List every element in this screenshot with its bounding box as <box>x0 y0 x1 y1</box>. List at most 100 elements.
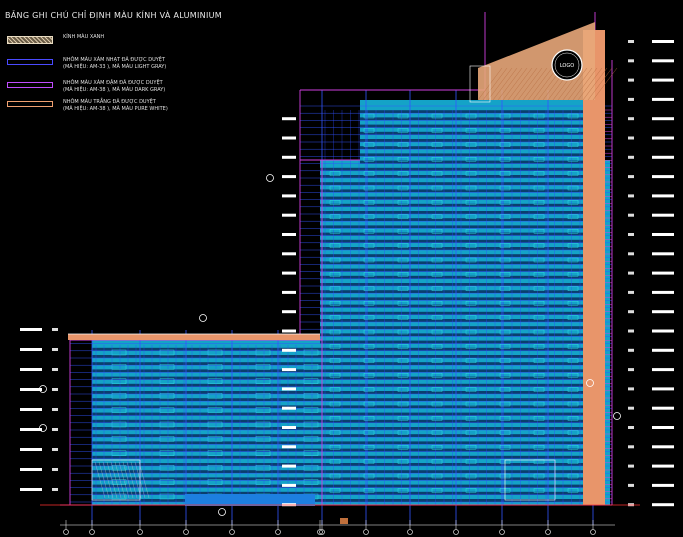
floor-band <box>320 304 605 308</box>
floor-band <box>320 283 605 286</box>
level-tick <box>20 368 42 371</box>
level-tick <box>652 483 674 487</box>
level-tick <box>20 488 42 491</box>
floor-band <box>92 398 605 402</box>
section-callout <box>266 174 274 182</box>
level-tick <box>652 78 674 82</box>
level-tick <box>52 488 58 491</box>
level-tick <box>282 175 296 179</box>
floor-band <box>92 434 605 438</box>
level-tick <box>52 428 58 431</box>
floor-band <box>360 110 605 114</box>
level-tick <box>282 117 296 121</box>
logo-label: LOGO <box>560 63 574 69</box>
level-tick <box>652 445 674 449</box>
drawing-canvas: BẢNG GHI CHÚ CHỈ ĐỊNH MÀU KÍNH VÀ ALUMIN… <box>0 0 683 537</box>
floor-band <box>320 232 605 236</box>
level-tick <box>652 252 674 256</box>
level-tick <box>628 483 634 487</box>
level-tick <box>628 445 634 449</box>
axis-bubble <box>89 529 95 535</box>
level-tick <box>282 310 296 314</box>
level-tick <box>652 426 674 429</box>
level-tick <box>52 388 58 391</box>
floor-band <box>92 405 605 409</box>
floor-band <box>92 383 605 387</box>
level-tick <box>652 40 674 43</box>
podium-roof <box>68 334 320 340</box>
axis-bubble <box>275 529 281 535</box>
level-tick <box>628 464 634 468</box>
level-tick <box>282 329 296 333</box>
level-tick <box>628 290 634 294</box>
floor-band <box>320 182 605 186</box>
level-tick <box>652 368 674 372</box>
level-tick <box>282 155 296 159</box>
axis-bubble <box>499 529 505 535</box>
level-tick <box>652 136 674 140</box>
floor-band <box>92 391 605 394</box>
level-tick <box>652 290 674 294</box>
level-tick <box>628 348 634 352</box>
floor-band <box>92 355 605 358</box>
floor-band <box>320 275 605 279</box>
level-tick <box>628 97 634 101</box>
floor-band <box>320 297 605 301</box>
floor-band <box>92 369 605 373</box>
level-tick <box>652 175 674 179</box>
floor-band <box>320 218 605 222</box>
level-tick <box>628 78 634 82</box>
floor-band <box>320 340 605 344</box>
level-tick <box>20 348 42 351</box>
core-panel <box>583 30 605 505</box>
tower-top-glass <box>360 100 600 160</box>
floor-band <box>92 412 605 416</box>
floor-band <box>320 290 605 294</box>
level-tick <box>652 97 674 101</box>
floor-band <box>320 268 605 272</box>
floor-band <box>92 470 605 474</box>
floor-band <box>92 448 605 452</box>
section-callout <box>613 412 621 420</box>
floor-band <box>92 484 605 488</box>
level-tick <box>52 348 58 351</box>
level-tick <box>282 368 296 372</box>
floor-band <box>360 124 605 128</box>
level-tick <box>20 328 42 331</box>
floor-band <box>92 455 605 459</box>
level-tick <box>628 175 634 179</box>
level-tick <box>282 271 296 275</box>
level-tick <box>652 155 674 159</box>
level-tick <box>20 388 42 391</box>
level-tick <box>652 310 674 314</box>
level-tick <box>628 40 634 43</box>
floor-band <box>320 333 605 337</box>
level-tick <box>282 483 296 487</box>
level-tick <box>652 329 674 333</box>
floor-band <box>92 347 605 351</box>
level-tick <box>652 213 674 217</box>
level-tick <box>282 445 296 449</box>
floor-band <box>320 311 605 315</box>
level-tick <box>282 252 296 256</box>
floor-band <box>360 153 605 157</box>
floor-band <box>320 247 605 250</box>
section-callout <box>218 508 226 516</box>
level-tick <box>20 448 42 451</box>
level-tick <box>628 59 634 63</box>
level-tick <box>652 233 674 236</box>
section-callout <box>199 314 207 322</box>
floor-band <box>320 203 605 207</box>
floor-band <box>320 319 605 322</box>
level-tick <box>282 194 296 198</box>
floor-band <box>92 427 605 430</box>
level-tick <box>652 387 674 391</box>
level-tick <box>52 368 58 371</box>
floor-band <box>320 254 605 258</box>
level-tick <box>652 348 674 352</box>
level-tick <box>652 117 674 121</box>
dimension-line <box>40 504 640 535</box>
level-tick <box>628 194 634 198</box>
level-tick <box>652 59 674 63</box>
floor-band <box>320 175 605 178</box>
